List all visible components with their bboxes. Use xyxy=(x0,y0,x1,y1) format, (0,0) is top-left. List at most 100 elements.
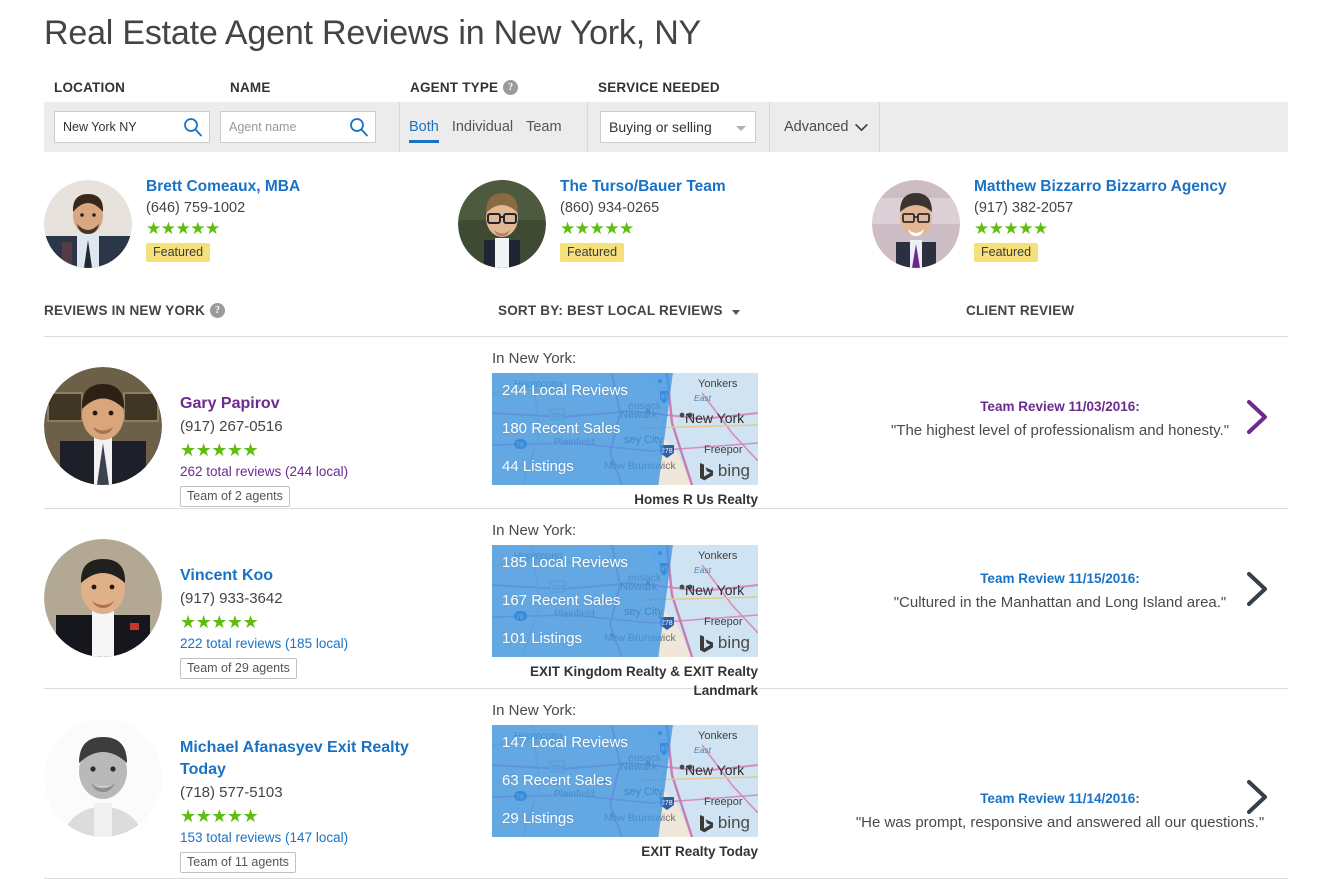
bing-label: bing xyxy=(717,813,750,832)
avatar xyxy=(44,719,162,837)
bing-label: bing xyxy=(717,633,750,652)
featured-badge: Featured xyxy=(560,243,625,262)
avatar xyxy=(44,180,132,268)
chevron-right-icon[interactable] xyxy=(1244,779,1270,815)
client-review-quote: "He was prompt, responsive and answered … xyxy=(855,814,1265,831)
filter-bar: Both Individual Team Buying or selling A… xyxy=(44,102,1288,152)
chevron-right-icon[interactable] xyxy=(1244,571,1270,607)
in-city-label: In New York: xyxy=(492,702,577,719)
agent-name-input[interactable] xyxy=(221,113,341,141)
map-stat-local-reviews: 244 Local Reviews xyxy=(502,382,628,399)
map-stat-recent-sales: 167 Recent Sales xyxy=(502,592,621,609)
filter-cell-name xyxy=(220,102,400,152)
search-icon[interactable] xyxy=(183,117,203,137)
coverage-map[interactable]: Hopatcong Newark Plainfield New Brunswic… xyxy=(492,545,758,657)
client-review-heading[interactable]: Team Review 11/15/2016: xyxy=(850,569,1270,589)
avatar xyxy=(44,539,162,657)
featured-agent-phone: (860) 934-0265 xyxy=(560,200,660,216)
featured-agent-card[interactable]: The Turso/Bauer Team (860) 934-0265 ★★★★… xyxy=(458,178,878,268)
chevron-down-icon xyxy=(731,309,740,315)
coverage-map[interactable]: Hopatcong Newark Plainfield New Brunswic… xyxy=(492,373,758,485)
help-icon[interactable]: ? xyxy=(210,303,226,318)
filter-cell-agent-type: Both Individual Team xyxy=(400,102,588,152)
client-review-quote: "Cultured in the Manhattan and Long Isla… xyxy=(893,594,1227,611)
agent-total-reviews-link[interactable]: 222 total reviews (185 local) xyxy=(180,633,430,655)
client-review-cell: Team Review 11/03/2016: "The highest lev… xyxy=(810,337,1288,508)
avatar xyxy=(458,180,546,268)
service-needed-value: Buying or selling xyxy=(609,119,712,135)
agent-type-tabs: Both Individual Team xyxy=(409,102,562,152)
agent-type-tab-both[interactable]: Both xyxy=(409,119,439,152)
agent-total-reviews-link[interactable]: 153 total reviews (147 local) xyxy=(180,827,430,849)
filter-label-name: NAME xyxy=(230,80,271,95)
map-stat-local-reviews: 185 Local Reviews xyxy=(502,554,628,571)
filter-label-location: LOCATION xyxy=(54,80,125,95)
agent-team-badge: Team of 29 agents xyxy=(180,658,297,679)
agent-name-link[interactable]: Gary Papirov xyxy=(180,393,430,415)
client-review-heading[interactable]: Team Review 11/03/2016: xyxy=(850,397,1270,417)
table-row[interactable]: Gary Papirov (917) 267-0516 ★★★★★ 262 to… xyxy=(44,337,1288,509)
agent-name-link[interactable]: Vincent Koo xyxy=(180,565,430,587)
map-stat-recent-sales: 63 Recent Sales xyxy=(502,772,613,789)
filter-cell-advanced: Advanced xyxy=(770,102,880,152)
agent-name-search-box[interactable] xyxy=(220,111,376,143)
client-review-quote: "The highest level of professionalism an… xyxy=(890,422,1230,439)
agent-phone: (917) 933-3642 xyxy=(180,590,283,607)
advanced-label: Advanced xyxy=(784,119,849,135)
client-review-content: Team Review 11/14/2016: "He was prompt, … xyxy=(850,789,1270,834)
service-needed-select[interactable]: Buying or selling xyxy=(600,111,756,143)
agent-team-badge: Team of 2 agents xyxy=(180,486,290,507)
agent-total-reviews-link[interactable]: 262 total reviews (244 local) xyxy=(180,461,430,483)
column-header-client-review-text: CLIENT REVIEW xyxy=(966,303,1075,318)
filter-label-service-needed-text: SERVICE NEEDED xyxy=(598,80,720,95)
client-review-heading[interactable]: Team Review 11/14/2016: xyxy=(850,789,1270,809)
avatar xyxy=(872,180,960,268)
location-input[interactable] xyxy=(55,113,175,141)
agent-info: Vincent Koo (917) 933-3642 ★★★★★ 222 tot… xyxy=(180,539,430,688)
map-stat-local-reviews: 147 Local Reviews xyxy=(502,734,628,751)
agent-type-tab-team[interactable]: Team xyxy=(526,119,561,152)
column-header-reviews-in: REVIEWS IN NEW YORK ? xyxy=(44,303,226,318)
help-icon[interactable]: ? xyxy=(503,80,519,95)
featured-badge: Featured xyxy=(146,243,211,262)
location-search-box[interactable] xyxy=(54,111,210,143)
chevron-down-icon xyxy=(736,126,746,131)
featured-agents: Brett Comeaux, MBA (646) 759-1002 ★★★★★ … xyxy=(44,178,1288,282)
agent-team-badge: Team of 11 agents xyxy=(180,852,296,873)
agent-name-link[interactable]: Michael Afanasyev Exit Realty Today xyxy=(180,737,430,781)
sort-by-dropdown[interactable]: SORT BY: BEST LOCAL REVIEWS xyxy=(498,303,740,318)
in-city-label: In New York: xyxy=(492,350,577,367)
star-rating-icon: ★★★★★ xyxy=(146,219,220,238)
featured-agent-name[interactable]: Matthew Bizzarro Bizzarro Agency xyxy=(974,178,1227,196)
table-row[interactable]: Vincent Koo (917) 933-3642 ★★★★★ 222 tot… xyxy=(44,509,1288,698)
agent-type-tab-individual[interactable]: Individual xyxy=(452,119,513,152)
featured-agent-card[interactable]: Brett Comeaux, MBA (646) 759-1002 ★★★★★ … xyxy=(44,178,464,268)
column-header-reviews-in-text: REVIEWS IN NEW YORK xyxy=(44,303,206,318)
map-cell: In New York: Yonkers New York Freepor Ea… xyxy=(490,509,810,698)
filter-label-location-text: LOCATION xyxy=(54,80,126,95)
client-review-content: Team Review 11/15/2016: "Cultured in the… xyxy=(850,569,1270,614)
chevron-right-icon[interactable] xyxy=(1244,399,1270,435)
map-cell: In New York: Yonkers New York Freepor Ea… xyxy=(490,337,810,508)
featured-agent-card[interactable]: Matthew Bizzarro Bizzarro Agency (917) 3… xyxy=(872,178,1292,268)
table-row[interactable]: Michael Afanasyev Exit Realty Today (718… xyxy=(44,689,1288,879)
column-header-client-review: CLIENT REVIEW xyxy=(966,303,1074,318)
agent-phone: (718) 577-5103 xyxy=(180,784,283,801)
bing-icon xyxy=(699,814,713,832)
coverage-map[interactable]: Hopatcong Newark Plainfield New Brunswic… xyxy=(492,725,758,837)
client-review-cell: Team Review 11/14/2016: "He was prompt, … xyxy=(810,689,1288,878)
bing-icon xyxy=(699,462,713,480)
featured-badge: Featured xyxy=(974,243,1039,262)
agent-cell: Gary Papirov (917) 267-0516 ★★★★★ 262 to… xyxy=(44,337,490,508)
filter-labels-row: LOCATION NAME AGENT TYPE ? SERVICE NEEDE… xyxy=(44,80,1288,102)
agent-cell: Vincent Koo (917) 933-3642 ★★★★★ 222 tot… xyxy=(44,509,490,688)
results-column-headers: REVIEWS IN NEW YORK ? SORT BY: BEST LOCA… xyxy=(44,303,1288,337)
featured-agent-phone: (646) 759-1002 xyxy=(146,200,246,216)
advanced-button[interactable]: Advanced xyxy=(784,119,868,135)
filter-cell-service-needed: Buying or selling xyxy=(588,102,770,152)
brokerage-name: EXIT Realty Today xyxy=(641,844,758,859)
client-review-content: Team Review 11/03/2016: "The highest lev… xyxy=(850,397,1270,442)
featured-agent-name[interactable]: Brett Comeaux, MBA xyxy=(146,178,300,196)
search-icon[interactable] xyxy=(349,117,369,137)
featured-agent-name[interactable]: The Turso/Bauer Team xyxy=(560,178,726,196)
